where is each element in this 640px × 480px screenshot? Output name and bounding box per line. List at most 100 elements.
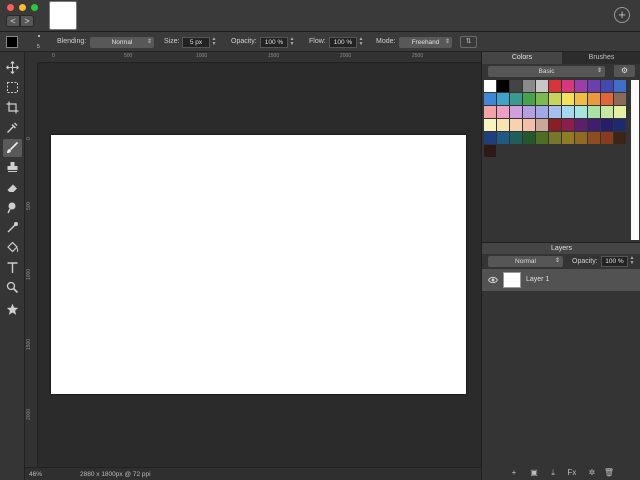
color-swatch[interactable] <box>562 132 574 144</box>
color-swatch[interactable] <box>588 106 600 118</box>
swatches-scrollbar[interactable] <box>631 80 639 240</box>
color-swatch[interactable] <box>614 132 626 144</box>
color-swatch[interactable] <box>549 132 561 144</box>
add-group-button[interactable]: ▣ <box>528 467 540 478</box>
color-swatch[interactable] <box>588 80 600 92</box>
foreground-color-swatch[interactable] <box>6 36 18 48</box>
minimize-window-button[interactable] <box>19 4 26 11</box>
color-swatch[interactable] <box>562 106 574 118</box>
color-swatch[interactable] <box>484 119 496 131</box>
layer-opacity-input[interactable]: 100 % <box>601 256 628 267</box>
opacity-stepper[interactable]: ▲ ▼ <box>289 37 295 48</box>
marquee-tool[interactable] <box>3 79 22 97</box>
color-swatch[interactable] <box>549 106 561 118</box>
eye-icon[interactable] <box>488 275 498 285</box>
color-swatch[interactable] <box>562 119 574 131</box>
color-swatch[interactable] <box>497 80 509 92</box>
color-swatch[interactable] <box>536 80 548 92</box>
size-stepper[interactable]: ▲ ▼ <box>211 37 217 48</box>
color-swatch[interactable] <box>510 119 522 131</box>
color-swatch[interactable] <box>497 93 509 105</box>
color-swatch[interactable] <box>510 106 522 118</box>
mode-select[interactable]: Freehand ⇕ <box>399 37 452 48</box>
layer-row[interactable]: Layer 1 <box>482 269 640 291</box>
color-swatch[interactable] <box>510 93 522 105</box>
zoom-tool[interactable] <box>3 279 22 297</box>
color-swatch[interactable] <box>484 106 496 118</box>
brush-settings-button[interactable]: ⇅ <box>460 36 477 48</box>
color-swatch[interactable] <box>575 106 587 118</box>
color-swatch[interactable] <box>523 80 535 92</box>
palette-settings-button[interactable]: ⚙ <box>614 65 635 77</box>
color-swatch[interactable] <box>601 106 613 118</box>
close-window-button[interactable] <box>7 4 14 11</box>
crop-tool[interactable] <box>3 99 22 117</box>
layer-blend-select[interactable]: Normal ⇕ <box>488 256 563 267</box>
tab-colors[interactable]: Colors <box>482 52 562 64</box>
color-swatch[interactable] <box>536 119 548 131</box>
color-swatch[interactable] <box>601 80 613 92</box>
color-swatch[interactable] <box>614 106 626 118</box>
color-swatch[interactable] <box>510 80 522 92</box>
color-swatch[interactable] <box>523 119 535 131</box>
flow-stepper[interactable]: ▲ ▼ <box>358 37 364 48</box>
zoom-level[interactable]: 46% <box>29 471 42 478</box>
color-swatch[interactable] <box>549 80 561 92</box>
color-swatch[interactable] <box>601 119 613 131</box>
stamp-tool[interactable] <box>3 159 22 177</box>
document-canvas[interactable] <box>51 135 466 394</box>
size-input[interactable]: 5 px <box>182 37 210 48</box>
add-layer-button[interactable]: + <box>508 467 520 478</box>
color-swatch[interactable] <box>575 80 587 92</box>
move-tool[interactable] <box>3 59 22 77</box>
color-swatch[interactable] <box>562 93 574 105</box>
layer-settings-button[interactable]: ✲ <box>586 467 598 478</box>
delete-layer-button[interactable]: 🗑 <box>603 467 615 478</box>
forward-button[interactable]: > <box>20 15 34 27</box>
color-swatch[interactable] <box>549 93 561 105</box>
color-swatch[interactable] <box>536 106 548 118</box>
add-document-button[interactable]: + <box>614 7 630 23</box>
retouch-tool[interactable] <box>3 219 22 237</box>
blending-select[interactable]: Normal ⇕ <box>90 37 154 48</box>
color-swatch[interactable] <box>484 93 496 105</box>
eraser-tool[interactable] <box>3 179 22 197</box>
color-swatch[interactable] <box>575 132 587 144</box>
text-tool[interactable] <box>3 259 22 277</box>
fill-tool[interactable] <box>3 239 22 257</box>
favorite-tool[interactable] <box>3 301 22 319</box>
color-swatch[interactable] <box>614 93 626 105</box>
color-swatch[interactable] <box>484 132 496 144</box>
color-swatch[interactable] <box>523 132 535 144</box>
layer-name[interactable]: Layer 1 <box>526 276 549 283</box>
brush-tool[interactable] <box>3 139 22 157</box>
color-swatch[interactable] <box>510 132 522 144</box>
color-swatch[interactable] <box>575 93 587 105</box>
color-swatch[interactable] <box>562 80 574 92</box>
layer-opacity-stepper[interactable]: ▲ ▼ <box>629 256 635 267</box>
layer-effects-button[interactable]: Fx <box>566 467 578 478</box>
smudge-tool[interactable] <box>3 199 22 217</box>
color-swatch[interactable] <box>549 119 561 131</box>
color-swatch[interactable] <box>484 145 496 157</box>
color-swatch[interactable] <box>575 119 587 131</box>
tab-brushes[interactable]: Brushes <box>562 52 640 64</box>
palette-select[interactable]: Basic ⇕ <box>488 66 605 77</box>
color-swatch[interactable] <box>614 119 626 131</box>
opacity-input[interactable]: 100 % <box>260 37 288 48</box>
color-swatch[interactable] <box>601 93 613 105</box>
color-swatch[interactable] <box>536 93 548 105</box>
back-button[interactable]: < <box>6 15 20 27</box>
document-thumbnail[interactable] <box>49 1 77 30</box>
flow-input[interactable]: 100 % <box>329 37 357 48</box>
color-swatch[interactable] <box>588 93 600 105</box>
color-swatch[interactable] <box>588 132 600 144</box>
zoom-window-button[interactable] <box>31 4 38 11</box>
color-swatch[interactable] <box>588 119 600 131</box>
color-swatch[interactable] <box>536 132 548 144</box>
merge-layer-button[interactable]: ⤓ <box>547 467 559 478</box>
color-swatch[interactable] <box>497 119 509 131</box>
eyedropper-tool[interactable] <box>3 119 22 137</box>
color-swatch[interactable] <box>484 80 496 92</box>
color-swatch[interactable] <box>523 106 535 118</box>
